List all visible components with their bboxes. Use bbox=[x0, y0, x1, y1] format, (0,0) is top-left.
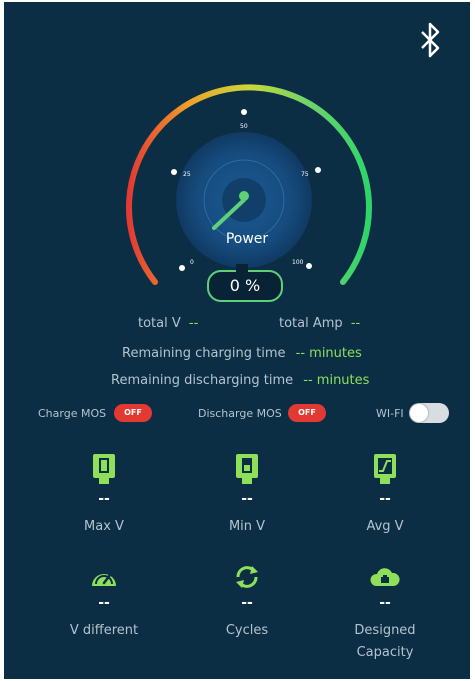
gauge-label: Power bbox=[225, 231, 269, 247]
total-amp-row: total Amp -- bbox=[279, 316, 360, 331]
total-v-label: total V bbox=[138, 316, 181, 331]
tick-dot bbox=[171, 169, 177, 175]
stat-value: -- bbox=[241, 595, 253, 611]
tick-label-50: 50 bbox=[240, 123, 248, 130]
stat-value: -- bbox=[379, 491, 391, 507]
charging-time-row: Remaining charging time -- minutes bbox=[122, 346, 362, 361]
stat-label: Min V bbox=[228, 519, 266, 534]
stat-max-v: -- Max V bbox=[44, 452, 164, 538]
stat-label: V different bbox=[69, 623, 139, 638]
total-v-value: -- bbox=[188, 316, 199, 331]
discharge-mos-toggle[interactable]: OFF bbox=[288, 404, 326, 422]
stat-cycles: -- Cycles bbox=[187, 564, 307, 642]
tick-label-75: 75 bbox=[301, 171, 309, 178]
stat-label: Cycles bbox=[225, 623, 269, 638]
tick-dot bbox=[306, 263, 312, 269]
total-amp-label: total Amp bbox=[279, 316, 343, 331]
total-v-row: total V -- bbox=[138, 316, 198, 331]
charging-time-label: Remaining charging time bbox=[122, 346, 286, 361]
speedometer-icon bbox=[92, 573, 116, 586]
stat-value: -- bbox=[98, 491, 110, 507]
discharging-time-row: Remaining discharging time -- minutes bbox=[111, 373, 369, 388]
tick-label-0: 0 bbox=[190, 259, 194, 266]
bms-dashboard-screen: 0 25 50 75 100 Power 0 % total V -- tota… bbox=[4, 2, 470, 679]
stat-value: -- bbox=[379, 595, 391, 611]
tick-label-25: 25 bbox=[183, 171, 191, 178]
cycle-icon bbox=[236, 566, 258, 588]
power-percent-display: 0 % bbox=[207, 270, 283, 302]
battery-min-icon bbox=[236, 454, 258, 484]
stat-label: Avg V bbox=[366, 519, 404, 534]
battery-avg-icon bbox=[374, 454, 396, 484]
wifi-toggle[interactable] bbox=[409, 403, 449, 423]
stat-label: Max V bbox=[84, 519, 124, 534]
charge-mos-label: Charge MOS bbox=[38, 407, 107, 420]
stat-label: Designed Capacity bbox=[354, 623, 416, 660]
discharging-time-label: Remaining discharging time bbox=[111, 373, 294, 388]
charging-time-value: -- minutes bbox=[295, 346, 362, 361]
stat-avg-v: -- Avg V bbox=[325, 452, 445, 538]
discharge-mos-label: Discharge MOS bbox=[198, 407, 282, 420]
stat-value: -- bbox=[241, 491, 253, 507]
wifi-label: WI-FI bbox=[376, 407, 404, 420]
stat-value: -- bbox=[98, 595, 110, 611]
battery-max-icon bbox=[93, 454, 115, 484]
stat-min-v: -- Min V bbox=[187, 452, 307, 538]
capacity-cloud-icon bbox=[370, 568, 400, 586]
percent-box-notch bbox=[236, 264, 248, 272]
tick-dot bbox=[179, 265, 185, 271]
stat-designed-capacity: -- Designed Capacity bbox=[325, 564, 445, 664]
discharging-time-value: -- minutes bbox=[303, 373, 370, 388]
charge-mos-toggle[interactable]: OFF bbox=[114, 404, 152, 422]
tick-dot bbox=[241, 109, 247, 115]
tick-dot bbox=[315, 167, 321, 173]
tick-label-100: 100 bbox=[292, 259, 304, 266]
total-amp-value: -- bbox=[350, 316, 361, 331]
wifi-toggle-knob bbox=[410, 404, 428, 422]
stat-v-different: -- V different bbox=[44, 564, 164, 642]
